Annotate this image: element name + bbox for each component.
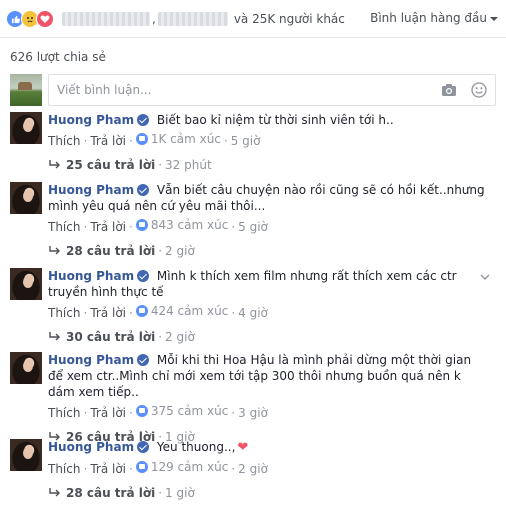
replies-toggle[interactable]: 28 câu trả lời · 1 giờ bbox=[48, 486, 488, 500]
love-icon bbox=[36, 10, 54, 28]
replies-toggle[interactable]: 30 câu trả lời · 2 giờ bbox=[48, 330, 488, 344]
smiley-icon[interactable] bbox=[471, 82, 487, 98]
comment-author[interactable]: Huong Pham bbox=[48, 353, 134, 367]
reaction-count-label: 129 cảm xúc bbox=[150, 460, 229, 474]
comment-time[interactable]: 3 giờ bbox=[238, 406, 268, 420]
reaction-count-label: 843 cảm xúc bbox=[150, 218, 229, 232]
comment-actions: Thích · Trả lời · 375 cảm xúc · 3 giờ bbox=[48, 404, 268, 420]
comment-placeholder: Viết bình luận... bbox=[57, 83, 152, 97]
comment-time[interactable]: 4 giờ bbox=[238, 306, 268, 320]
reaction-count[interactable]: 375 cảm xúc bbox=[135, 404, 229, 418]
reaction-count[interactable]: 129 cảm xúc bbox=[135, 460, 229, 474]
like-icon bbox=[135, 461, 148, 473]
like-button[interactable]: Thích bbox=[48, 220, 80, 234]
avatar[interactable] bbox=[10, 74, 42, 106]
reaction-count-label: 375 cảm xúc bbox=[150, 404, 229, 418]
avatar[interactable] bbox=[10, 112, 42, 144]
comment-text-block: Huong Pham Mỗi khi thi Hoa Hậu là mình p… bbox=[48, 352, 488, 400]
like-button[interactable]: Thích bbox=[48, 306, 80, 320]
replies-count[interactable]: 30 câu trả lời bbox=[66, 330, 155, 344]
reactors-names[interactable]: , và 25K người khác bbox=[62, 10, 345, 28]
like-icon bbox=[135, 305, 148, 317]
comment-text: Yeu thuong.., bbox=[156, 440, 236, 454]
comment-actions: Thích · Trả lời · 424 cảm xúc · 4 giờ bbox=[48, 304, 268, 320]
replies-time: 2 giờ bbox=[165, 244, 195, 258]
reply-button[interactable]: Trả lời bbox=[90, 406, 126, 420]
comment-actions: Thích · Trả lời · 129 cảm xúc · 2 giờ bbox=[48, 460, 268, 476]
replies-toggle[interactable]: 28 câu trả lời · 2 giờ bbox=[48, 244, 488, 258]
comment-time[interactable]: 5 giờ bbox=[231, 134, 261, 148]
chevron-down-icon[interactable] bbox=[480, 272, 490, 282]
comment-author[interactable]: Huong Pham bbox=[48, 113, 134, 127]
avatar[interactable] bbox=[10, 439, 42, 471]
reply-button[interactable]: Trả lời bbox=[90, 462, 126, 476]
comma-separator: , bbox=[152, 12, 156, 26]
replies-time: 1 giờ bbox=[165, 486, 195, 500]
verified-badge-icon bbox=[137, 114, 150, 126]
replies-count[interactable]: 28 câu trả lời bbox=[66, 244, 155, 258]
reply-arrow-icon bbox=[49, 246, 60, 255]
verified-badge-icon bbox=[137, 441, 150, 453]
reaction-summary[interactable] bbox=[6, 10, 54, 28]
comment-composer: Viết bình luận... bbox=[10, 74, 496, 106]
comment-author[interactable]: Huong Pham bbox=[48, 183, 134, 197]
reply-arrow-icon bbox=[49, 488, 60, 497]
comment-time[interactable]: 2 giờ bbox=[238, 462, 268, 476]
replies-time: 32 phút bbox=[165, 158, 212, 172]
shares-count[interactable]: 626 lượt chia sẻ bbox=[10, 50, 106, 64]
blurred-name bbox=[157, 12, 228, 26]
sort-label: Bình luận hàng đầu bbox=[370, 11, 487, 25]
replies-count[interactable]: 28 câu trả lời bbox=[66, 486, 155, 500]
reaction-count-label: 1K cảm xúc bbox=[150, 132, 221, 146]
like-button[interactable]: Thích bbox=[48, 462, 80, 476]
avatar[interactable] bbox=[10, 268, 42, 300]
replies-count[interactable]: 25 câu trả lời bbox=[66, 158, 155, 172]
replies-time: 2 giờ bbox=[165, 330, 195, 344]
avatar[interactable] bbox=[10, 352, 42, 384]
camera-icon[interactable] bbox=[441, 83, 457, 97]
reply-button[interactable]: Trả lời bbox=[90, 134, 126, 148]
sort-dropdown[interactable]: Bình luận hàng đầu bbox=[370, 11, 498, 25]
others-count[interactable]: và 25K người khác bbox=[234, 12, 345, 26]
reply-button[interactable]: Trả lời bbox=[90, 306, 126, 320]
comment-author[interactable]: Huong Pham bbox=[48, 440, 134, 454]
blurred-name bbox=[62, 12, 150, 26]
replies-toggle[interactable]: 25 câu trả lời · 32 phút bbox=[48, 158, 488, 172]
like-icon bbox=[135, 405, 148, 417]
verified-badge-icon bbox=[137, 184, 150, 196]
comment-text: Biết bao kỉ niệm từ thời sinh viên tới h… bbox=[156, 113, 394, 127]
reactions-bar: , và 25K người khác Bình luận hàng đầu bbox=[0, 0, 506, 38]
reply-button[interactable]: Trả lời bbox=[90, 220, 126, 234]
caret-down-icon bbox=[490, 17, 498, 21]
like-button[interactable]: Thích bbox=[48, 406, 80, 420]
like-icon bbox=[135, 219, 148, 231]
verified-badge-icon bbox=[137, 270, 150, 282]
reply-arrow-icon bbox=[49, 332, 60, 341]
reaction-count[interactable]: 843 cảm xúc bbox=[135, 218, 229, 232]
like-icon bbox=[135, 133, 148, 145]
reaction-count-label: 424 cảm xúc bbox=[150, 304, 229, 318]
comment-text-block: Huong Pham Biết bao kỉ niệm từ thời sinh… bbox=[48, 112, 488, 128]
comment-actions: Thích · Trả lời · 1K cảm xúc · 5 giờ bbox=[48, 132, 261, 148]
comment-actions: Thích · Trả lời · 843 cảm xúc · 5 giờ bbox=[48, 218, 268, 234]
reaction-count[interactable]: 424 cảm xúc bbox=[135, 304, 229, 318]
verified-badge-icon bbox=[137, 354, 150, 366]
avatar[interactable] bbox=[10, 182, 42, 214]
like-button[interactable]: Thích bbox=[48, 134, 80, 148]
reaction-count[interactable]: 1K cảm xúc bbox=[135, 132, 221, 146]
comment-time[interactable]: 5 giờ bbox=[238, 220, 268, 234]
heart-emoji-icon: ❤ bbox=[237, 440, 249, 455]
comment-text-block: Huong Pham Vẫn biết câu chuyện nào rồi c… bbox=[48, 182, 488, 214]
comment-author[interactable]: Huong Pham bbox=[48, 269, 134, 283]
comment-text-block: Huong Pham Yeu thuong.., ❤ bbox=[48, 439, 488, 456]
reply-arrow-icon bbox=[49, 160, 60, 169]
comment-text-block: Huong Pham Mình k thích xem film nhưng r… bbox=[48, 268, 488, 300]
comment-input[interactable]: Viết bình luận... bbox=[48, 74, 496, 106]
